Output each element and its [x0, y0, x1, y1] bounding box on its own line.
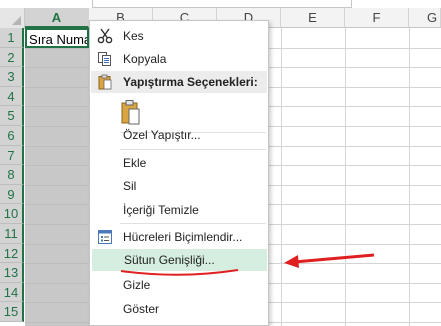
- scissors-icon: [97, 28, 113, 44]
- menu-item-format-cells-label: Hücreleri Biçimlendir...: [123, 230, 243, 244]
- row-gridline: [25, 145, 89, 147]
- menu-item-copy[interactable]: Kopyala: [91, 48, 267, 70]
- menu-item-column-width-label: Sütun Genişliği...: [124, 253, 215, 267]
- row-header-2[interactable]: 2: [0, 47, 24, 68]
- formula-bar-edge: [92, 0, 352, 8]
- row-gridline: [25, 224, 89, 225]
- menu-item-unhide[interactable]: Göster: [91, 298, 267, 320]
- menu-item-paste-special-label: Özel Yapıştır...: [123, 128, 201, 142]
- cell-a1[interactable]: Sıra Numa: [25, 28, 89, 48]
- copy-icon: [97, 51, 113, 67]
- menu-separator: [120, 149, 266, 150]
- selected-column-a[interactable]: [25, 48, 89, 326]
- row-gridline: [25, 282, 89, 284]
- row-gridline: [25, 204, 89, 206]
- row-header-1[interactable]: 1: [0, 28, 24, 48]
- row-header-4[interactable]: 4: [0, 86, 24, 107]
- row-header-13[interactable]: 13: [0, 263, 24, 283]
- context-menu: Kes Kopyala Yapıştırma Seçenekleri: Özel…: [89, 20, 269, 326]
- format-cells-icon: [97, 229, 113, 245]
- row-header-12[interactable]: 12: [0, 243, 24, 264]
- row-gridline: [25, 243, 89, 245]
- paste-option-clipboard-icon[interactable]: [120, 99, 142, 125]
- row-gridline: [25, 86, 89, 88]
- row-gridline: [25, 67, 89, 69]
- row-gridline: [25, 126, 89, 127]
- column-gridline: [281, 28, 282, 326]
- row-gridline: [25, 302, 89, 304]
- paste-options-label: Yapıştırma Seçenekleri:: [123, 75, 258, 89]
- menu-item-delete-label: Sil: [123, 179, 137, 193]
- row-header-6[interactable]: 6: [0, 126, 24, 146]
- menu-item-cut-label: Kes: [123, 29, 144, 43]
- menu-item-paste-special[interactable]: Özel Yapıştır...: [91, 124, 267, 146]
- row-header-14[interactable]: 14: [0, 282, 24, 303]
- menu-item-format-cells[interactable]: Hücreleri Biçimlendir...: [91, 226, 267, 248]
- column-gridline: [409, 28, 410, 326]
- row-header-8[interactable]: 8: [0, 165, 24, 185]
- row-gridline: [25, 184, 89, 186]
- menu-item-unhide-label: Göster: [123, 302, 160, 316]
- menu-item-clear-contents[interactable]: İçeriği Temizle: [91, 199, 267, 221]
- menu-item-copy-label: Kopyala: [123, 52, 167, 66]
- row-header-11[interactable]: 11: [0, 224, 24, 244]
- row-gridline: [25, 165, 89, 167]
- menu-item-insert-label: Ekle: [123, 156, 147, 170]
- menu-item-hide-label: Gizle: [123, 278, 151, 292]
- clipboard-icon: [97, 74, 113, 90]
- menu-item-column-width[interactable]: Sütun Genişliği...: [92, 249, 267, 271]
- menu-item-hide[interactable]: Gizle: [91, 274, 267, 296]
- row-header-10[interactable]: 10: [0, 204, 24, 224]
- row-header-15[interactable]: 15: [0, 302, 24, 322]
- column-gridline: [345, 28, 346, 326]
- column-header-a[interactable]: A: [25, 8, 89, 28]
- row-header-9[interactable]: 9: [0, 184, 24, 205]
- row-header-3[interactable]: 3: [0, 67, 24, 87]
- menu-item-clear-contents-label: İçeriği Temizle: [123, 203, 199, 217]
- select-all-corner[interactable]: [0, 8, 25, 29]
- menu-item-delete[interactable]: Sil: [91, 175, 267, 197]
- row-gridline: [25, 106, 89, 108]
- menu-item-insert[interactable]: Ekle: [91, 152, 267, 174]
- paste-options-header: Yapıştırma Seçenekleri:: [91, 71, 267, 93]
- column-header-e[interactable]: E: [281, 8, 345, 28]
- row-gridline: [25, 263, 89, 265]
- row-gridline: [25, 322, 89, 323]
- row-header-5[interactable]: 5: [0, 106, 24, 126]
- menu-separator: [120, 223, 266, 224]
- menu-item-cut[interactable]: Kes: [91, 25, 267, 47]
- column-header-f[interactable]: F: [345, 8, 409, 28]
- row-header-7[interactable]: 7: [0, 145, 24, 166]
- column-header-g[interactable]: G: [409, 8, 441, 28]
